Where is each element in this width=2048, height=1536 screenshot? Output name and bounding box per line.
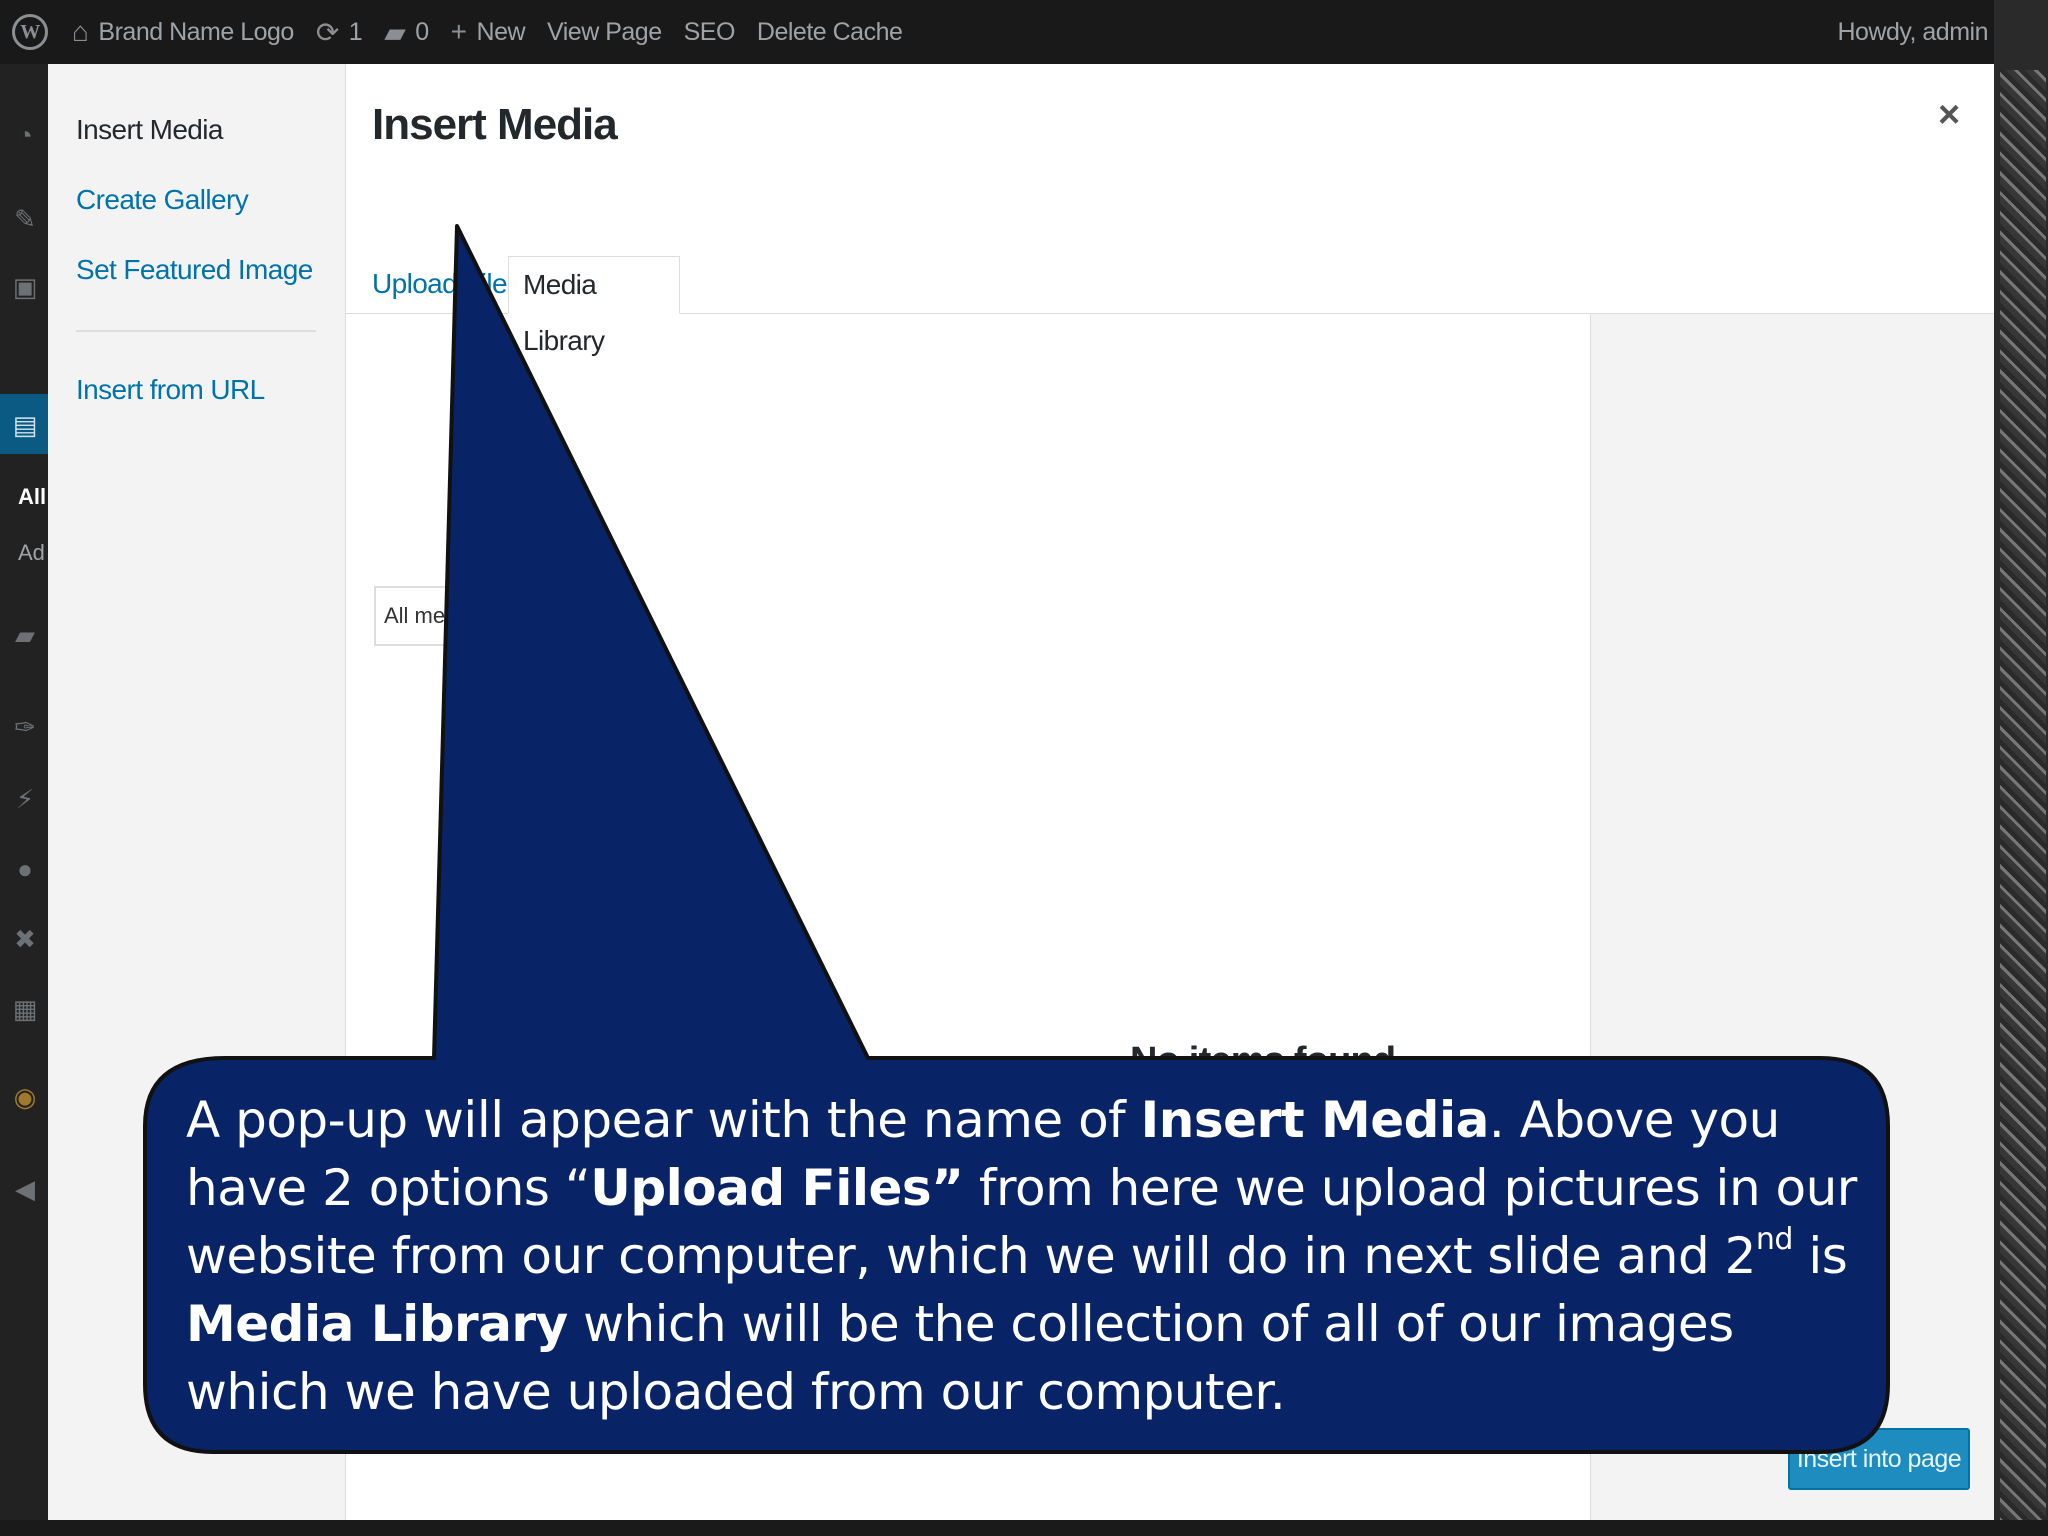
view-page-link[interactable]: View Page	[547, 0, 662, 64]
callout-bold-media-library: Media Library	[186, 1295, 568, 1353]
updates-link[interactable]: ⟳ 1	[315, 0, 363, 64]
delete-cache-label: Delete Cache	[756, 17, 903, 46]
comment-icon: ▰	[384, 16, 406, 48]
callout-bold-upload-files: Upload Files”	[590, 1159, 964, 1217]
callout-text-part: A pop-up will appear with the name of	[186, 1091, 1141, 1149]
media-filter-value: All media items	[384, 603, 534, 628]
menu-set-featured-image[interactable]: Set Featured Image	[76, 254, 313, 286]
seo-link[interactable]: SEO	[683, 0, 736, 64]
sidebar-item-add-new[interactable]: Ad	[18, 540, 45, 566]
settings-icon[interactable]: ▦	[12, 996, 38, 1022]
sidebar-item-all-pages[interactable]: All	[18, 484, 46, 510]
new-label: New	[476, 17, 526, 46]
plugins-icon[interactable]: ⚡	[12, 786, 38, 812]
callout-text-part: is	[1792, 1227, 1848, 1285]
close-icon[interactable]: ×	[1938, 94, 1960, 137]
edge-pattern	[2000, 70, 2046, 1530]
callout-superscript: nd	[1755, 1222, 1794, 1257]
new-content-link[interactable]: + New	[450, 0, 526, 64]
dashboard-icon[interactable]: ◔	[12, 122, 38, 148]
delete-cache-link[interactable]: Delete Cache	[756, 0, 903, 64]
refresh-icon: ⟳	[315, 16, 339, 48]
media-filter-select[interactable]: All media items ▼	[374, 586, 602, 646]
collapse-menu-icon[interactable]: ◀	[12, 1176, 38, 1202]
pin-icon[interactable]: ✎	[12, 206, 38, 232]
admin-side-menu: ◔ ✎ ▣ ▤ All Ad ▰ ✑ ⚡ ● ✖ ▦ ◉ ◀	[0, 64, 48, 1536]
pages-icon: ▤	[12, 410, 38, 440]
modal-title: Insert Media	[372, 100, 618, 149]
tools-icon[interactable]: ✖	[12, 926, 38, 952]
screen-bottom-edge	[0, 1520, 2048, 1536]
plus-icon: +	[450, 16, 467, 47]
media-icon[interactable]: ▣	[12, 274, 38, 300]
updates-count: 1	[348, 17, 363, 46]
howdy-label: Howdy, admin	[1837, 17, 1988, 46]
users-icon[interactable]: ●	[12, 856, 38, 882]
menu-insert-media[interactable]: Insert Media	[76, 114, 223, 146]
tab-upload-files[interactable]: Upload Files	[372, 256, 521, 314]
seo-label: SEO	[683, 17, 736, 46]
comments-link[interactable]: ▰ 0	[384, 0, 429, 64]
wordpress-logo-icon[interactable]: W	[12, 14, 48, 50]
site-name-link[interactable]: ⌂ Brand Name Logo	[72, 0, 294, 64]
menu-separator	[76, 330, 316, 332]
view-page-label: View Page	[547, 17, 662, 46]
menu-insert-from-url[interactable]: Insert from URL	[76, 374, 265, 406]
comments-count: 0	[415, 17, 429, 46]
callout-text: A pop-up will appear with the name of In…	[186, 1086, 1886, 1426]
menu-create-gallery[interactable]: Create Gallery	[76, 184, 249, 216]
no-items-title: No items found.	[1130, 1040, 1406, 1082]
plugin-icon[interactable]: ◉	[12, 1084, 38, 1110]
admin-bar: W ⌂ Brand Name Logo ⟳ 1 ▰ 0 + New View P…	[0, 0, 2048, 64]
site-name: Brand Name Logo	[98, 17, 294, 46]
appearance-icon[interactable]: ✑	[12, 714, 38, 740]
media-router-tabs: Upload Files Media Library	[346, 176, 1994, 356]
dropdown-arrow-icon: ▼	[576, 607, 592, 624]
comments-menu-icon[interactable]: ▰	[12, 622, 38, 648]
home-icon: ⌂	[72, 16, 89, 47]
insert-into-page-button[interactable]: Insert into page	[1788, 1428, 1970, 1490]
tab-media-library[interactable]: Media Library	[508, 256, 680, 356]
callout-bold-insert-media: Insert Media	[1140, 1091, 1490, 1149]
